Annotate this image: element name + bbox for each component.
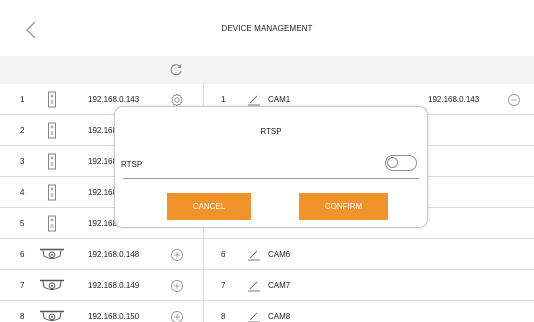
device-number: 5 [20, 219, 25, 228]
nvr-icon [44, 122, 60, 139]
camera-icon [39, 279, 65, 293]
camera-icon [39, 310, 65, 322]
rtsp-toggle-label: RTSP [121, 160, 143, 169]
device-ip: 192.168.0.143 [88, 95, 140, 104]
minus-circle-icon [507, 94, 521, 109]
toggle-knob [387, 157, 398, 168]
cancel-button[interactable]: CANCEL [167, 193, 251, 220]
plus-circle-icon [170, 311, 184, 322]
add-channel-button[interactable] [170, 310, 184, 322]
plus-circle-icon [170, 249, 184, 264]
edit-name-button[interactable] [247, 248, 261, 261]
device-ip: 192.168.0.148 [88, 250, 140, 259]
rtsp-dialog: RTSP RTSP CANCEL CONFIRM [114, 106, 428, 228]
camera-icon [39, 248, 65, 262]
device-row[interactable]: 6 192.168.0.148 [0, 239, 203, 270]
pencil-icon [247, 312, 261, 322]
nvr-icon [44, 215, 60, 232]
nvr-icon [44, 184, 60, 201]
channel-row: 8 CAM8 [203, 301, 534, 322]
edit-name-button[interactable] [247, 93, 261, 106]
remove-channel-button[interactable] [507, 93, 521, 107]
channel-name: CAM1 [268, 95, 291, 104]
toolbar [0, 56, 534, 84]
device-number: 4 [20, 188, 25, 197]
nvr-icon [44, 153, 60, 170]
channel-number: 6 [221, 250, 226, 259]
edit-name-button[interactable] [247, 310, 261, 322]
channel-row: 7 CAM7 [203, 270, 534, 301]
channel-number: 8 [221, 312, 226, 321]
channel-number: 1 [221, 95, 226, 104]
refresh-button[interactable] [169, 63, 183, 77]
channel-name: CAM7 [268, 281, 291, 290]
edit-name-button[interactable] [247, 279, 261, 292]
device-number: 2 [20, 126, 25, 135]
device-row[interactable]: 7 192.168.0.149 [0, 270, 203, 301]
device-number: 1 [20, 95, 25, 104]
device-number: 3 [20, 157, 25, 166]
settings-button[interactable] [170, 93, 184, 107]
channel-row: 6 CAM6 [203, 239, 534, 270]
plus-circle-icon [170, 280, 184, 295]
add-channel-button[interactable] [170, 279, 184, 293]
device-number: 7 [20, 281, 25, 290]
device-number: 6 [20, 250, 25, 259]
channel-name: CAM6 [268, 250, 291, 259]
refresh-icon [170, 64, 182, 76]
nvr-icon [44, 91, 60, 108]
dialog-title: RTSP [260, 127, 282, 136]
confirm-button[interactable]: CONFIRM [299, 193, 388, 220]
channel-name: CAM8 [268, 312, 291, 321]
device-row[interactable]: 8 192.168.0.150 [0, 301, 203, 322]
device-ip: 192.168.0.150 [88, 312, 140, 321]
header: DEVICE MANAGEMENT [0, 0, 534, 56]
device-ip: 192.168.0.149 [88, 281, 140, 290]
dialog-divider [123, 178, 419, 179]
device-number: 8 [20, 312, 25, 321]
page-title: DEVICE MANAGEMENT [221, 24, 313, 33]
channel-ip: 192.168.0.143 [428, 95, 480, 104]
rtsp-toggle[interactable] [385, 155, 417, 171]
pencil-icon [247, 250, 261, 263]
pencil-icon [247, 281, 261, 294]
channel-number: 7 [221, 281, 226, 290]
add-channel-button[interactable] [170, 248, 184, 262]
